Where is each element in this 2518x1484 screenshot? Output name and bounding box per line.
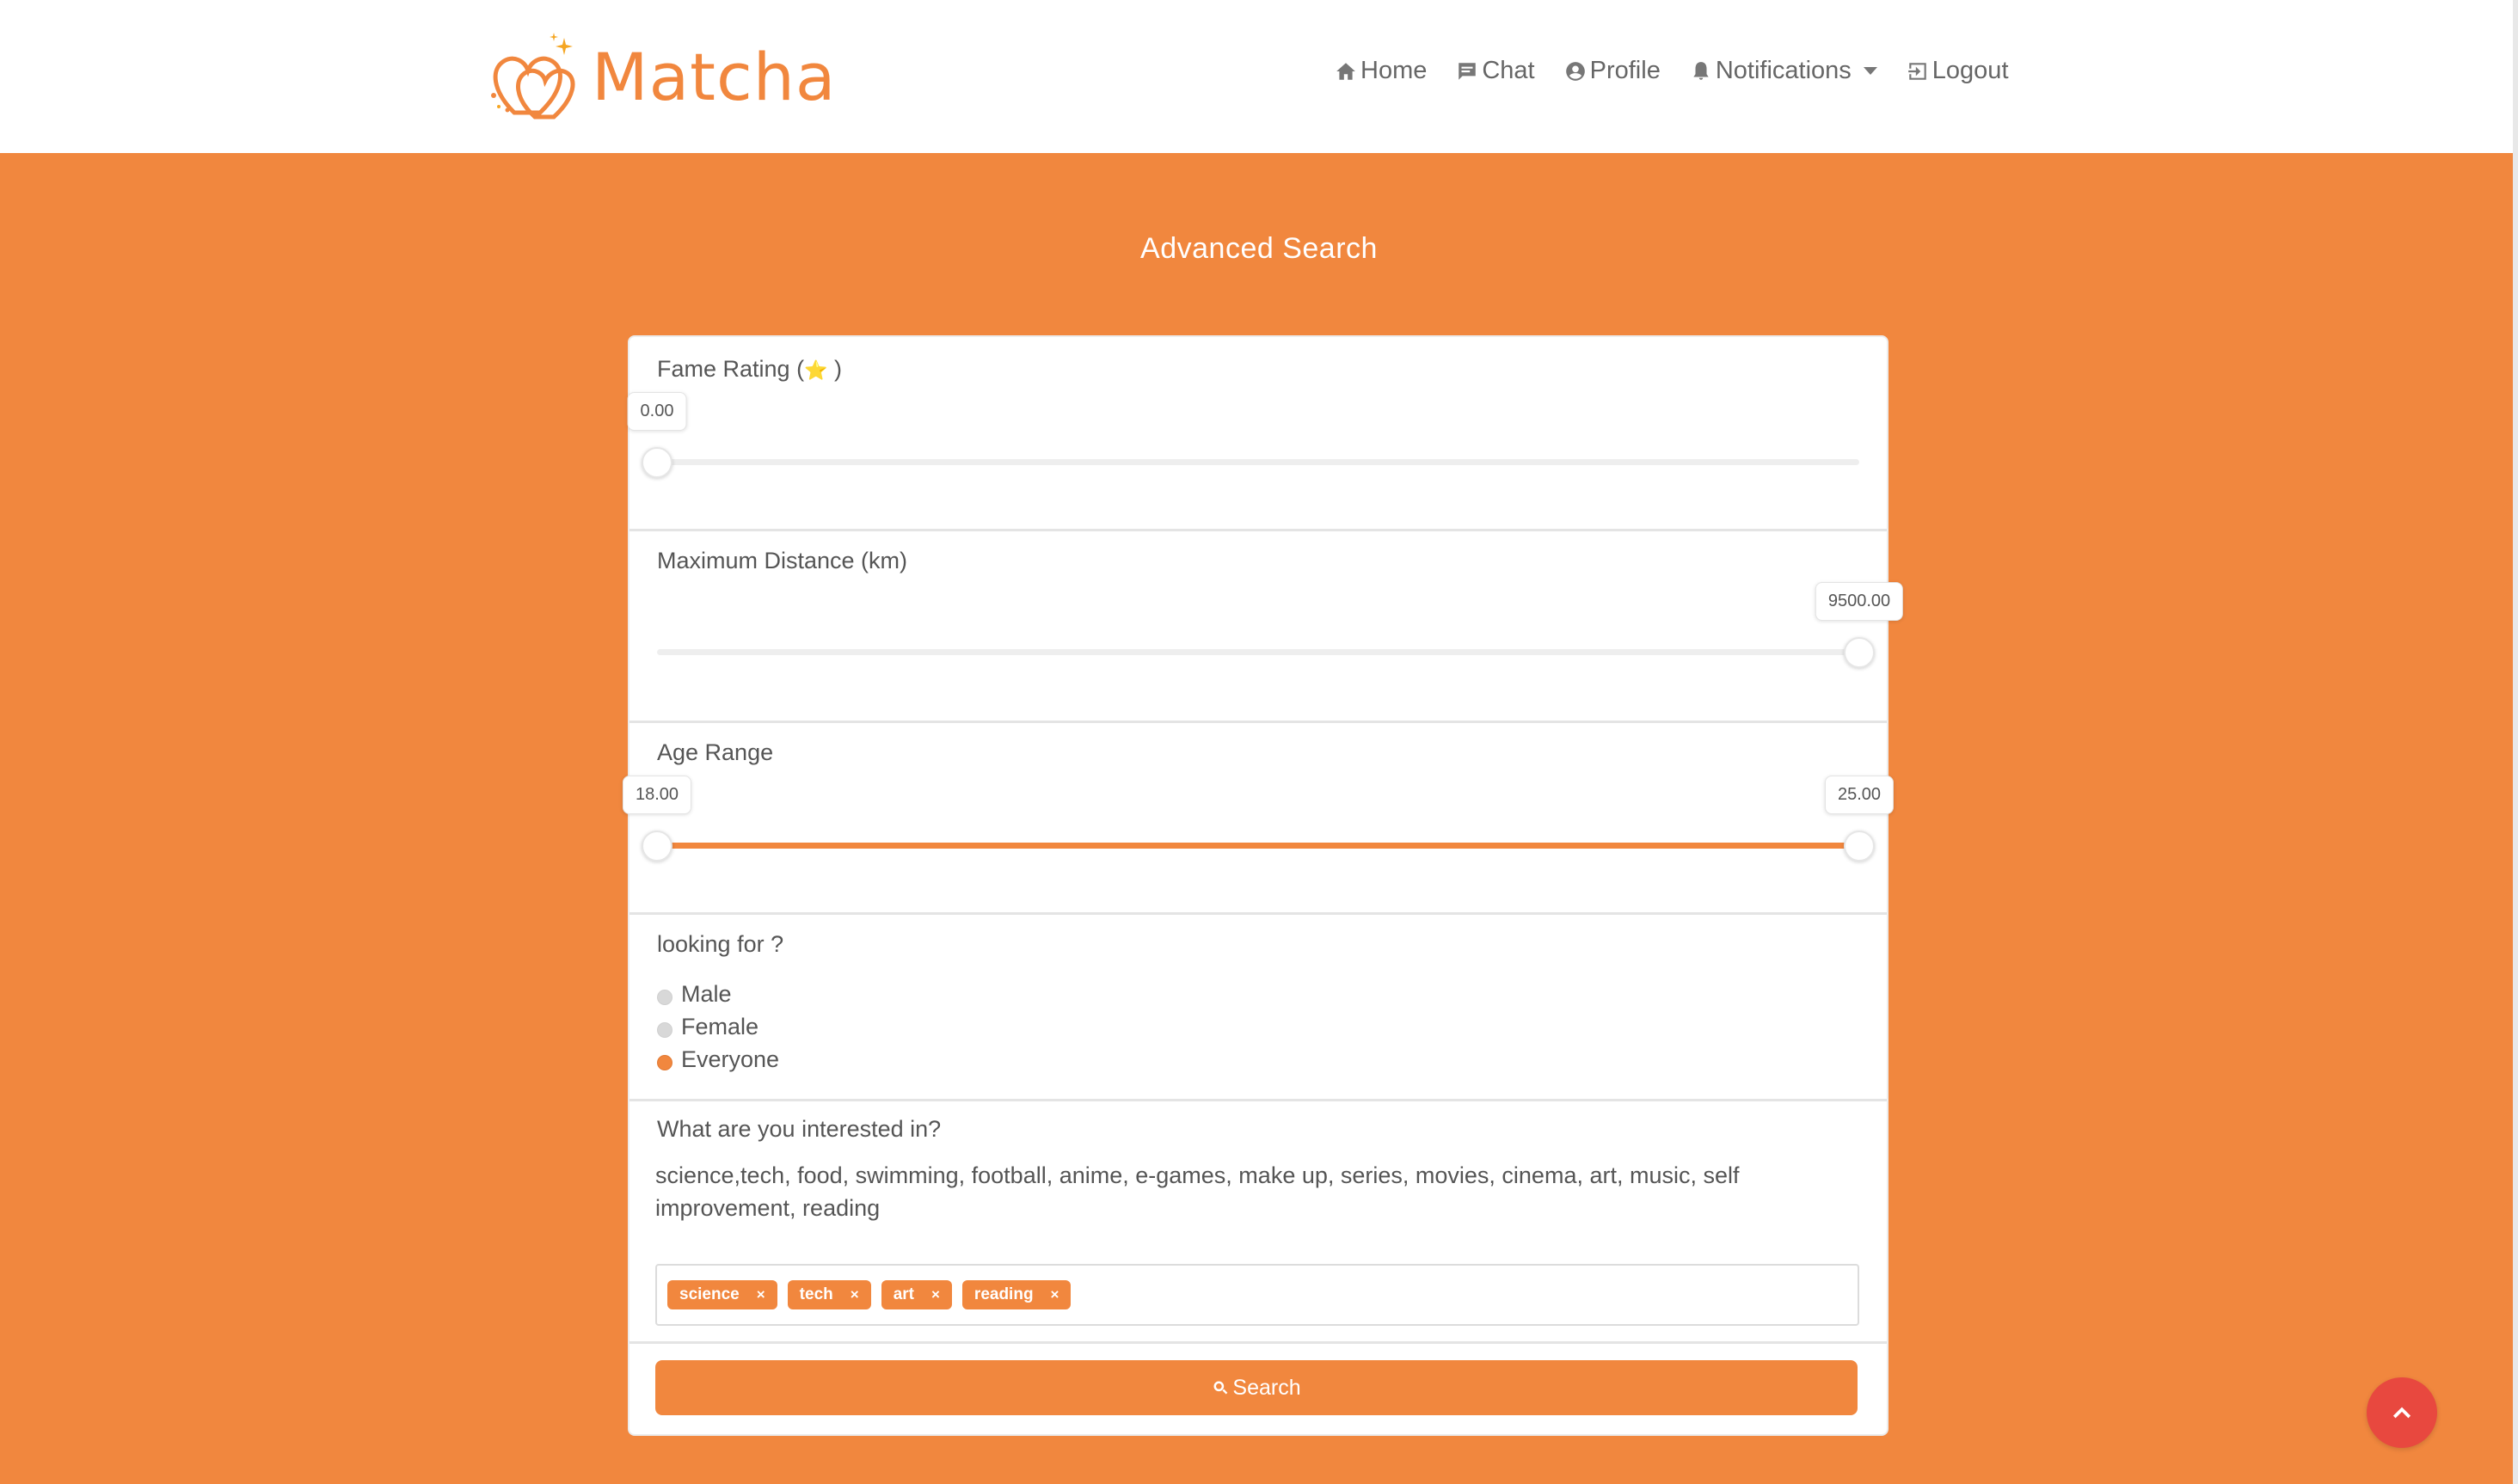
age-range-label: Age Range <box>657 739 774 765</box>
search-button[interactable]: Search <box>655 1360 1858 1415</box>
search-button-label: Search <box>1232 1375 1301 1400</box>
bell-icon <box>1693 61 1709 80</box>
radio-female[interactable] <box>657 1021 672 1038</box>
gender-option-label: Male <box>681 981 732 1007</box>
double-heart-logo-icon <box>491 33 575 120</box>
radio-everyone[interactable] <box>657 1054 672 1070</box>
interests-available-list: science,tech, food, swimming, football, … <box>655 1162 1740 1221</box>
tag-art: art × <box>881 1280 952 1309</box>
fame-rating-label: Fame Rating (⭐ ) <box>657 356 842 382</box>
tag-science: science × <box>667 1280 777 1309</box>
distance-section: Maximum Distance (km) 9500.00 <box>630 529 1904 723</box>
main-nav: Home Chat Profile Notifications Logout <box>1335 57 2038 85</box>
age-range-fill <box>657 843 1859 849</box>
distance-label: Maximum Distance (km) <box>657 548 908 573</box>
nav-chat[interactable]: Chat <box>1456 57 1535 85</box>
close-icon[interactable]: × <box>757 1286 765 1303</box>
nav-chat-label: Chat <box>1482 57 1535 84</box>
tag-label: science <box>679 1285 740 1303</box>
brand[interactable]: Matcha <box>488 31 836 122</box>
close-icon[interactable]: × <box>851 1286 859 1303</box>
distance-handle[interactable] <box>1844 637 1875 668</box>
tag-label: reading <box>973 1285 1034 1303</box>
gender-option-label: Everyone <box>681 1046 780 1072</box>
gender-option-label: Female <box>681 1014 759 1039</box>
age-min-handle[interactable] <box>642 831 672 862</box>
nav-home-label: Home <box>1360 57 1428 84</box>
brand-name: Matcha <box>592 38 837 115</box>
distance-tooltip: 9500.00 <box>1815 582 1904 621</box>
nav-logout-label: Logout <box>1931 57 2009 84</box>
fame-rating-tooltip: 0.00 <box>627 392 687 431</box>
tag-label: art <box>893 1285 914 1303</box>
gender-option-female[interactable]: Female <box>657 1014 758 1040</box>
age-max-tooltip: 25.00 <box>1824 776 1895 814</box>
gender-section: looking for ? Male Female Everyone <box>630 912 1887 1101</box>
interests-tag-input[interactable]: science × tech × art × reading × <box>655 1264 1859 1326</box>
page-scrollbar[interactable] <box>2513 0 2518 1484</box>
age-min-tooltip: 18.00 <box>622 776 692 814</box>
close-icon[interactable]: × <box>931 1286 940 1303</box>
scroll-to-top-button[interactable] <box>2367 1377 2437 1448</box>
fame-rating-section: Fame Rating (⭐ ) 0.00 <box>627 337 1887 531</box>
star-icon: ⭐ <box>804 359 828 381</box>
nav-profile-label: Profile <box>1589 57 1661 84</box>
nav-home[interactable]: Home <box>1335 57 1427 85</box>
age-max-handle[interactable] <box>1844 831 1875 862</box>
home-icon <box>1336 62 1355 80</box>
page-title: Advanced Search <box>1140 232 1378 265</box>
age-range-slider[interactable] <box>642 831 1875 862</box>
fame-rating-handle[interactable] <box>642 447 672 478</box>
gender-option-everyone[interactable]: Everyone <box>657 1046 779 1073</box>
nav-logout[interactable]: Logout <box>1907 57 2009 85</box>
distance-slider[interactable] <box>657 637 1875 668</box>
fame-rating-slider[interactable] <box>642 447 1859 478</box>
chat-icon <box>1459 62 1477 80</box>
nav-notifications[interactable]: Notifications <box>1690 57 1877 85</box>
gender-option-male[interactable]: Male <box>657 981 732 1008</box>
close-icon[interactable]: × <box>1051 1286 1059 1303</box>
nav-profile[interactable]: Profile <box>1564 57 1661 85</box>
interests-label: What are you interested in? <box>657 1116 942 1142</box>
search-icon <box>1213 1381 1228 1395</box>
tag-tech: tech × <box>787 1280 871 1309</box>
tag-label: tech <box>799 1285 833 1303</box>
radio-male[interactable] <box>657 989 672 1005</box>
user-circle-icon <box>1565 61 1585 81</box>
chevron-down-icon <box>1863 67 1877 75</box>
gender-label: looking for ? <box>657 931 784 957</box>
age-range-section: Age Range 18.00 25.00 <box>622 721 1895 915</box>
logout-icon <box>1907 62 1926 80</box>
navbar: Matcha Home Chat Profile Notifications L… <box>0 0 2518 153</box>
tag-reading: reading × <box>961 1280 1072 1309</box>
nav-notifications-label: Notifications <box>1715 57 1852 84</box>
chevron-up-icon <box>2392 1407 2411 1419</box>
